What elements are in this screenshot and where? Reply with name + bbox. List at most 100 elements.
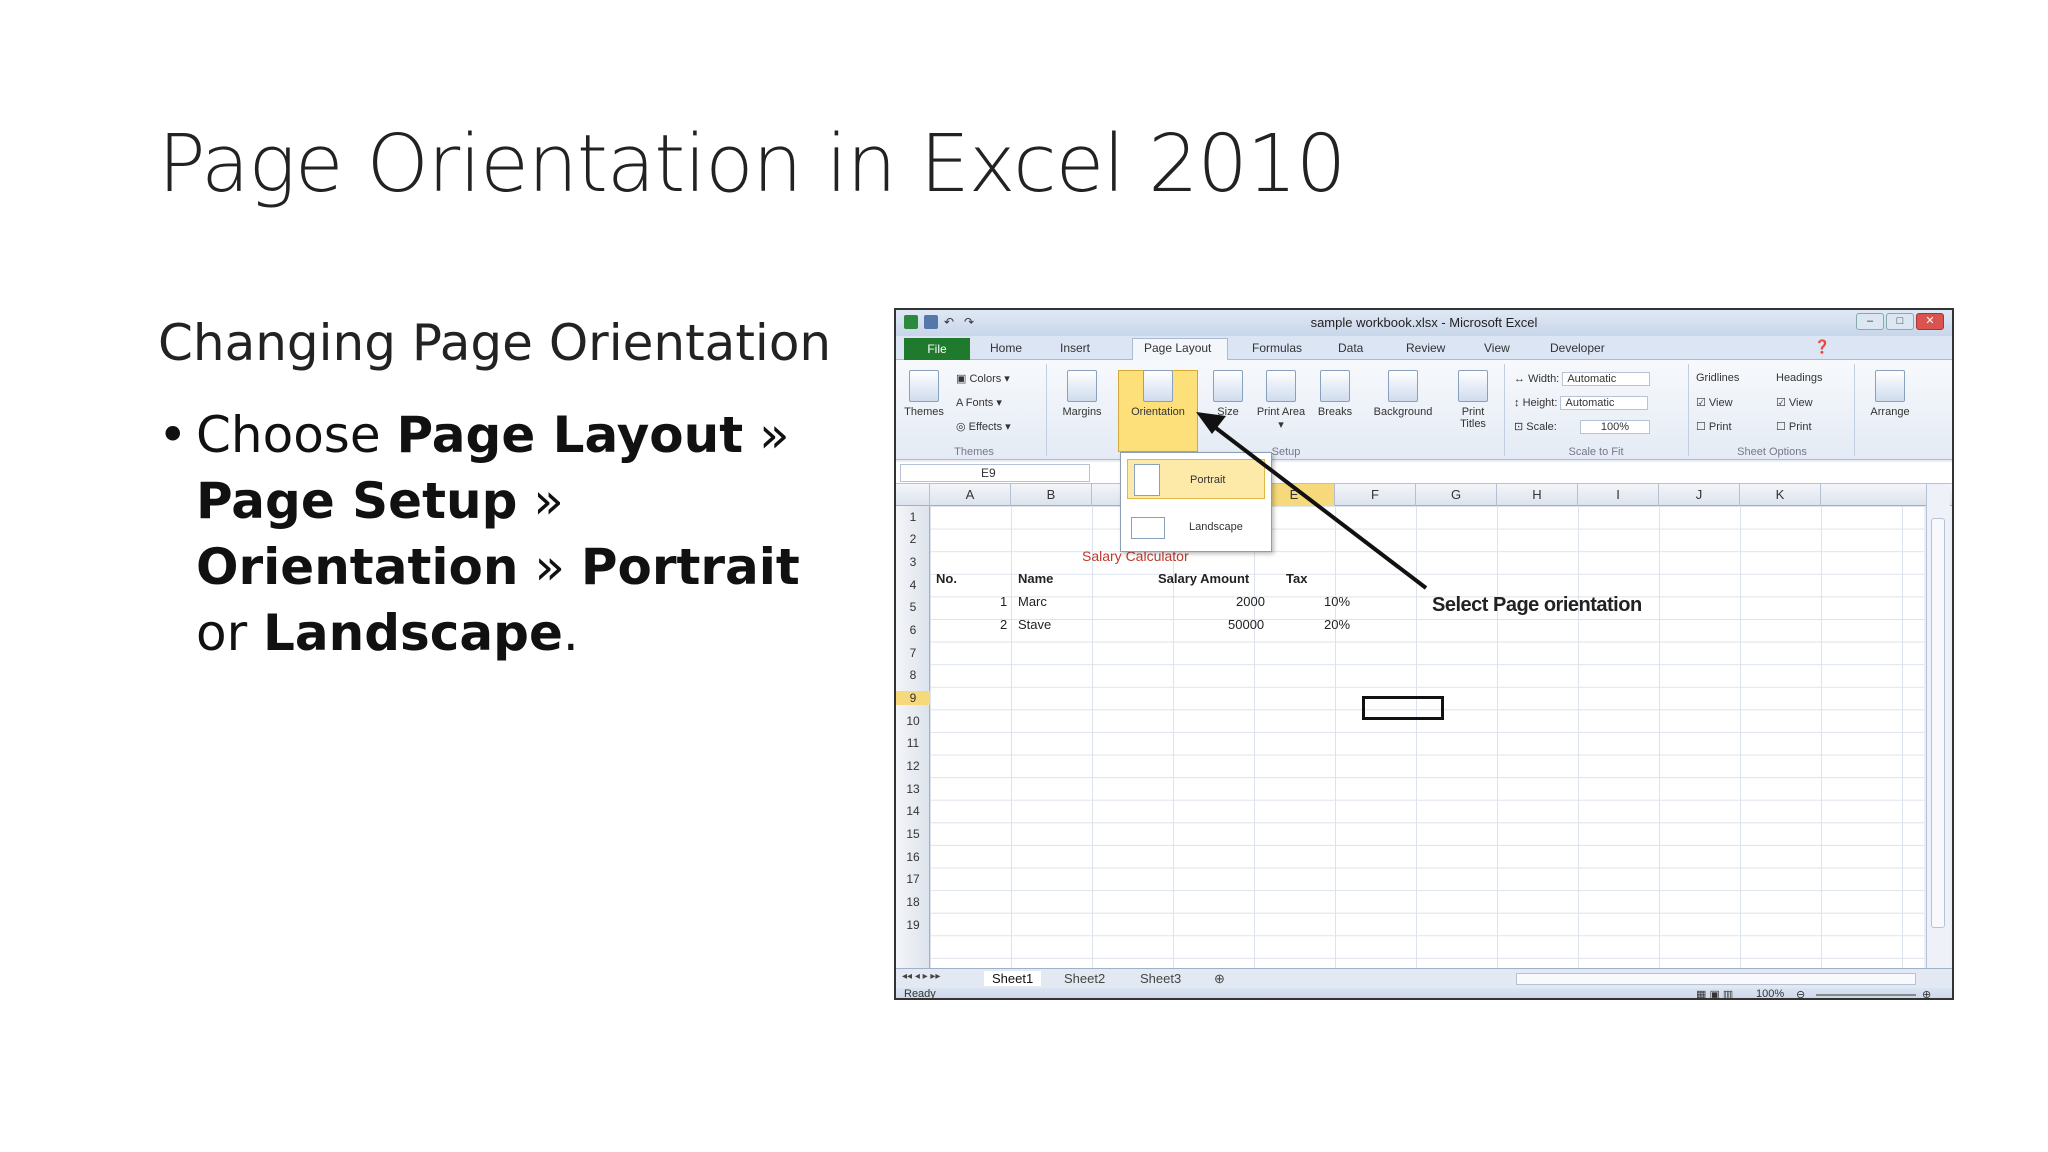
bullet-dot: •	[158, 406, 188, 464]
row-header[interactable]: 3	[896, 555, 930, 569]
size-button[interactable]: Size	[1208, 370, 1248, 418]
colors-label: Colors ▾	[969, 373, 1010, 385]
zoom-in-icon[interactable]: ⊕	[1922, 988, 1931, 998]
sheet-tab-active[interactable]: Sheet1	[984, 971, 1042, 986]
tab-file[interactable]: File	[904, 338, 970, 360]
tab-formulas[interactable]: Formulas	[1252, 341, 1302, 355]
column-header[interactable]: H	[1497, 484, 1578, 506]
row-header[interactable]: 8	[896, 668, 930, 682]
ribbon-divider	[1504, 364, 1505, 456]
cell-salary: 50000	[1228, 617, 1265, 632]
cell-header-tax: Tax	[1286, 571, 1308, 586]
vertical-scrollbar[interactable]	[1926, 484, 1950, 968]
column-header[interactable]: A	[930, 484, 1011, 506]
sheet-tab[interactable]: Sheet2	[1064, 971, 1105, 986]
scale-input[interactable]: 100%	[1579, 420, 1650, 434]
width-select[interactable]: Automatic	[1562, 372, 1651, 386]
cell-header-salary: Salary Amount	[1158, 571, 1250, 586]
column-header[interactable]: F	[1335, 484, 1416, 506]
text-sep: »	[518, 538, 581, 596]
row-header[interactable]: 12	[896, 759, 930, 773]
insert-sheet-icon[interactable]: ⊕	[1214, 971, 1225, 987]
tab-developer[interactable]: Developer	[1550, 341, 1605, 355]
column-header[interactable]: B	[1011, 484, 1092, 506]
column-header[interactable]: J	[1659, 484, 1740, 506]
background-button[interactable]: Background	[1362, 370, 1444, 418]
tab-data[interactable]: Data	[1338, 341, 1363, 355]
excel-screenshot: ↶ ↷ sample workbook.xlsx - Microsoft Exc…	[894, 308, 1954, 1000]
print-titles-button[interactable]: Print Titles	[1448, 370, 1498, 430]
effects-button[interactable]: ◎ Effects ▾	[956, 420, 1011, 433]
fonts-button[interactable]: A Fonts ▾	[956, 396, 1002, 409]
scale-label: Scale:	[1526, 421, 1557, 433]
headings-print-checkbox[interactable]: ☐ Print	[1776, 420, 1812, 433]
tab-review[interactable]: Review	[1406, 341, 1445, 355]
selected-cell-e9[interactable]	[1362, 696, 1444, 720]
zoom-slider[interactable]	[1816, 994, 1916, 996]
height-select[interactable]: Automatic	[1560, 396, 1649, 410]
cell-no: 1	[1000, 594, 1008, 609]
row-header[interactable]: 9	[896, 691, 930, 705]
row-header[interactable]: 13	[896, 782, 930, 796]
row-header[interactable]: 7	[896, 646, 930, 660]
sheet-nav-icon[interactable]: ◂◂ ◂ ▸ ▸▸	[902, 971, 940, 982]
zoom-out-icon[interactable]: ⊖	[1796, 988, 1805, 998]
minimize-icon[interactable]: –	[1856, 313, 1884, 330]
row-header[interactable]: 16	[896, 850, 930, 864]
headings-view-checkbox[interactable]: ☑ View	[1776, 396, 1813, 409]
breaks-button[interactable]: Breaks	[1310, 370, 1360, 418]
colors-button[interactable]: ▣ Colors ▾	[956, 372, 1010, 385]
row-header[interactable]: 6	[896, 623, 930, 637]
select-all-corner[interactable]	[896, 484, 930, 506]
tab-home[interactable]: Home	[990, 341, 1022, 355]
print-area-button[interactable]: Print Area ▾	[1256, 370, 1306, 431]
row-header[interactable]: 19	[896, 918, 930, 932]
cell-grid[interactable]	[930, 506, 1924, 968]
horizontal-scrollbar[interactable]	[1516, 973, 1916, 985]
row-header[interactable]: 10	[896, 714, 930, 728]
row-header[interactable]: 17	[896, 872, 930, 886]
dropdown-item-portrait[interactable]: Portrait	[1127, 459, 1265, 499]
gridlines-print-checkbox[interactable]: ☐ Print	[1696, 420, 1732, 433]
orientation-button[interactable]: Orientation	[1118, 370, 1198, 418]
row-header[interactable]: 18	[896, 895, 930, 909]
tab-page-layout[interactable]: Page Layout	[1144, 341, 1211, 355]
scrollbar-thumb[interactable]	[1931, 518, 1945, 928]
row-header[interactable]: 15	[896, 827, 930, 841]
print-area-label: Print Area ▾	[1256, 406, 1306, 431]
sheet-tab[interactable]: Sheet3	[1140, 971, 1181, 986]
orientation-icon	[1143, 370, 1173, 402]
view-label: View	[1708, 397, 1733, 409]
column-headers: A B C D E F G H I J K	[896, 484, 1952, 506]
row-header[interactable]: 4	[896, 578, 930, 592]
arrange-label: Arrange	[1870, 406, 1910, 418]
text-period: .	[562, 604, 579, 662]
print-area-icon	[1266, 370, 1296, 402]
row-header[interactable]: 5	[896, 600, 930, 614]
column-header[interactable]: I	[1578, 484, 1659, 506]
arrange-button[interactable]: Arrange	[1862, 370, 1918, 418]
help-icon[interactable]: ❓	[1814, 339, 1830, 355]
row-header[interactable]: 1	[896, 510, 930, 524]
print-titles-label: Print Titles	[1460, 406, 1486, 430]
column-header[interactable]: K	[1740, 484, 1821, 506]
view-buttons-icon[interactable]: ▦ ▣ ▥	[1696, 988, 1733, 998]
tab-insert[interactable]: Insert	[1060, 341, 1090, 355]
close-icon[interactable]: ✕	[1916, 313, 1944, 330]
tab-view[interactable]: View	[1484, 341, 1510, 355]
margins-button[interactable]: Margins	[1056, 370, 1108, 418]
row-header[interactable]: 11	[896, 736, 930, 750]
dropdown-item-landscape[interactable]: Landscape	[1127, 507, 1265, 547]
scale-control[interactable]: ⊡ Scale: 100%	[1514, 420, 1650, 434]
arrange-icon	[1875, 370, 1905, 402]
row-header[interactable]: 14	[896, 804, 930, 818]
row-header[interactable]: 2	[896, 532, 930, 546]
width-control[interactable]: ↔ Width: Automatic	[1514, 372, 1651, 386]
height-control[interactable]: ↕ Height: Automatic	[1514, 396, 1649, 410]
themes-button[interactable]: Themes	[904, 370, 944, 418]
column-header[interactable]: G	[1416, 484, 1497, 506]
maximize-icon[interactable]: □	[1886, 313, 1914, 330]
cell-header-name: Name	[1018, 571, 1054, 586]
name-box[interactable]: E9	[900, 464, 1090, 482]
gridlines-view-checkbox[interactable]: ☑ View	[1696, 396, 1733, 409]
